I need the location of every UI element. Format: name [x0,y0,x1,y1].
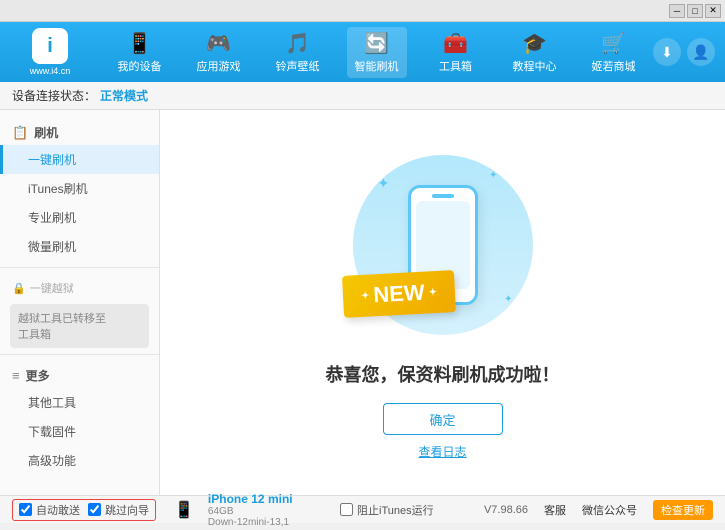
more-label: 更多 [26,367,50,384]
nav-item-store[interactable]: 🛒 姬若商城 [584,27,644,78]
jailbreak-notice: 越狱工具已转移至 工具箱 [10,304,149,348]
nav-icon-ringtones: 🎵 [285,31,310,56]
sidebar-item-advanced[interactable]: 高级功能 [0,446,159,475]
version-text: V7.98.66 [484,504,528,516]
stop-itunes-text: 阻止iTunes运行 [357,502,434,518]
lock-icon: 🔒 [12,282,26,295]
auto-start-checkbox[interactable] [19,503,32,516]
jailbreak-notice-text: 越狱工具已转移至 工具箱 [18,313,106,341]
flash-section-icon: 📋 [12,125,28,141]
skip-wizard-label: 跳过向导 [105,502,149,518]
sidebar: 📋 刷机 一键刷机 iTunes刷机 专业刷机 微量刷机 🔒 一键越狱 越狱工具… [0,110,160,495]
confirm-button[interactable]: 确定 [383,403,503,435]
logo-text: www.i4.cn [30,66,71,76]
nav-label-smart-flash: 智能刷机 [355,58,399,74]
status-bar: 设备连接状态： 正常模式 [0,82,725,110]
nav-icon-store: 🛒 [601,31,626,56]
sidebar-section-flash: 📋 刷机 [0,118,159,145]
nav-label-apps-games: 应用游戏 [197,58,241,74]
device-name: iPhone 12 mini [208,492,293,506]
sidebar-item-other-tools[interactable]: 其他工具 [0,388,159,417]
title-bar: ─ □ ✕ [0,0,725,22]
success-text: 恭喜您，保资料刷机成功啦！ [326,361,560,387]
device-info: iPhone 12 mini 64GB Down-12mini-13,1 [208,492,293,528]
minimize-btn[interactable]: ─ [669,4,685,18]
nav-icon-apps-games: 🎮 [206,31,231,56]
nav-icon-smart-flash: 🔄 [364,31,389,56]
bottom-checkboxes: 自动敢送 跳过向导 [12,499,156,521]
top-nav: i www.i4.cn 📱 我的设备 🎮 应用游戏 🎵 铃声壁纸 🔄 智能刷机 🧰 工具箱 🎓 教程中… [0,22,725,82]
stop-itunes-checkbox[interactable] [340,503,353,516]
nav-item-tutorials[interactable]: 🎓 教程中心 [505,27,565,78]
status-value: 正常模式 [100,87,148,104]
sidebar-item-one-key-flash[interactable]: 一键刷机 [0,145,159,174]
sidebar-item-pro-flash[interactable]: 专业刷机 [0,203,159,232]
nav-item-apps-games[interactable]: 🎮 应用游戏 [189,27,249,78]
go-home-link[interactable]: 查看日志 [418,443,466,460]
stop-itunes-label[interactable]: 阻止iTunes运行 [340,502,434,518]
device-storage: 64GB [208,506,293,517]
nav-label-toolbox: 工具箱 [439,58,472,74]
service-link[interactable]: 客服 [544,502,566,518]
logo-area: i www.i4.cn [0,28,100,76]
auto-start-checkbox-label[interactable]: 自动敢送 [19,502,80,518]
nav-item-toolbox[interactable]: 🧰 工具箱 [426,27,486,78]
skip-wizard-checkbox-label[interactable]: 跳过向导 [88,502,149,518]
skip-wizard-checkbox[interactable] [88,503,101,516]
bottom-bar: 自动敢送 跳过向导 📱 iPhone 12 mini 64GB Down-12m… [0,495,725,523]
nav-item-my-device[interactable]: 📱 我的设备 [110,27,170,78]
maximize-btn[interactable]: □ [687,4,703,18]
circle-bg: ✦ ✦ ✦ NEW [353,155,533,335]
content-area: ✦ ✦ ✦ NEW 恭喜您，保资料刷机成功啦！ 确定 查看日志 [160,110,725,495]
flash-section-label: 刷机 [34,124,58,141]
nav-item-smart-flash[interactable]: 🔄 智能刷机 [347,27,407,78]
sidebar-item-micro-flash[interactable]: 微量刷机 [0,232,159,261]
device-phone-icon: 📱 [174,500,194,520]
nav-icon-toolbox: 🧰 [443,31,468,56]
user-btn[interactable]: 👤 [687,38,715,66]
new-banner: NEW [341,270,455,318]
sidebar-divider-2 [0,354,159,355]
nav-items: 📱 我的设备 🎮 应用游戏 🎵 铃声壁纸 🔄 智能刷机 🧰 工具箱 🎓 教程中心 🛒 姬若商城 [100,27,653,78]
sidebar-divider-1 [0,267,159,268]
nav-label-my-device: 我的设备 [118,58,162,74]
sparkle-1: ✦ [378,175,390,192]
device-model: Down-12mini-13,1 [208,517,293,528]
success-illustration: ✦ ✦ ✦ NEW [343,145,543,345]
sparkle-3: ✦ [504,294,512,305]
sidebar-section-jailbreak: 🔒 一键越狱 [0,274,159,300]
status-label: 设备连接状态： [12,87,96,104]
main-area: 📋 刷机 一键刷机 iTunes刷机 专业刷机 微量刷机 🔒 一键越狱 越狱工具… [0,110,725,495]
nav-item-ringtones[interactable]: 🎵 铃声壁纸 [268,27,328,78]
nav-icon-my-device: 📱 [127,31,152,56]
nav-label-tutorials: 教程中心 [513,58,557,74]
nav-label-ringtones: 铃声壁纸 [276,58,320,74]
sidebar-section-more: ≡ 更多 [0,361,159,388]
logo-icon: i [32,28,68,64]
jailbreak-label: 一键越狱 [30,280,74,296]
phone-speaker [432,194,454,198]
sparkle-2: ✦ [489,170,497,181]
nav-label-store: 姬若商城 [592,58,636,74]
close-btn[interactable]: ✕ [705,4,721,18]
sidebar-item-download-firmware[interactable]: 下载固件 [0,417,159,446]
wechat-link[interactable]: 微信公众号 [582,502,637,518]
download-btn[interactable]: ⬇ [653,38,681,66]
auto-start-label: 自动敢送 [36,502,80,518]
bottom-right: V7.98.66 客服 微信公众号 检查更新 [484,500,713,520]
device-info-area: 📱 iPhone 12 mini 64GB Down-12mini-13,1 [166,490,326,530]
nav-right: ⬇ 👤 [653,38,725,66]
nav-icon-tutorials: 🎓 [522,31,547,56]
update-button[interactable]: 检查更新 [653,500,713,520]
sidebar-item-itunes-flash[interactable]: iTunes刷机 [0,174,159,203]
more-icon: ≡ [12,368,20,383]
